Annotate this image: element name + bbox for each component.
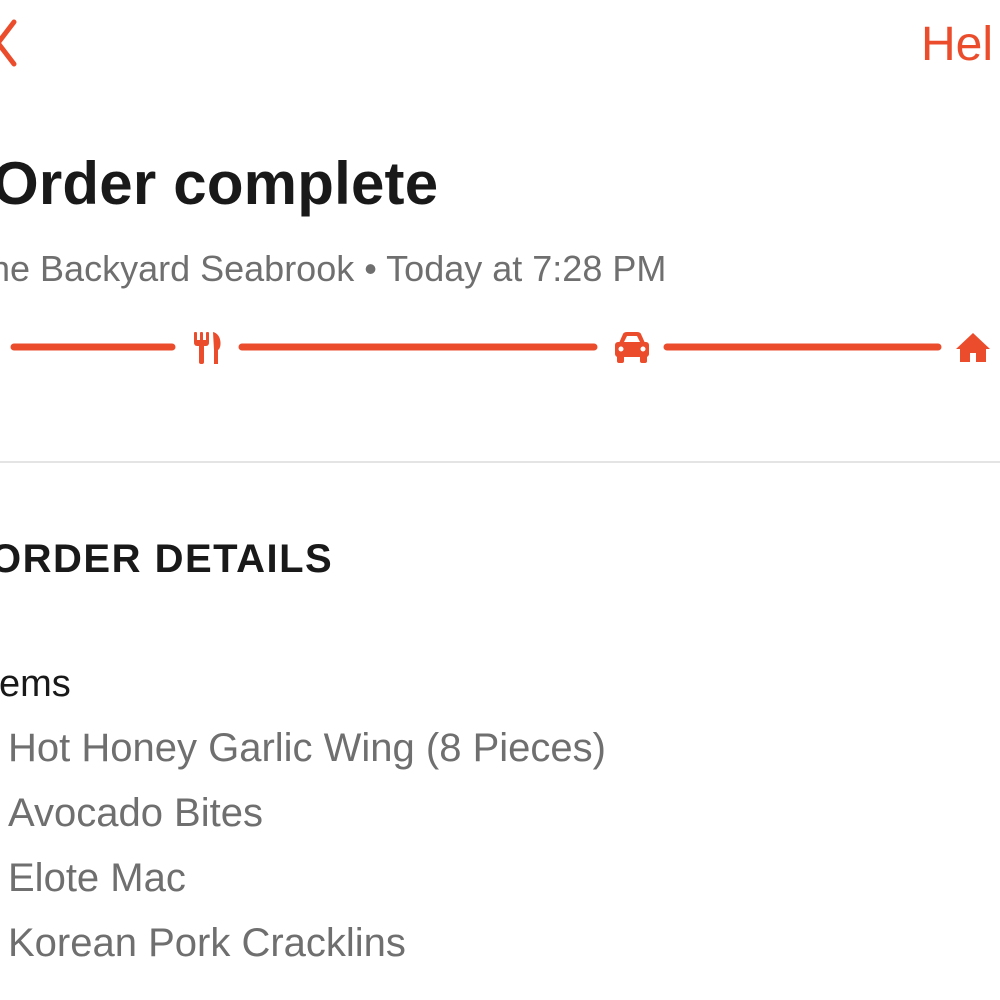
item-name: Hot Honey Garlic Wing (8 Pieces) bbox=[8, 726, 606, 770]
item-name: Avocado Bites bbox=[8, 791, 263, 835]
item-name: Korean Pork Cracklins bbox=[8, 921, 406, 965]
back-button[interactable] bbox=[0, 18, 22, 68]
item-name: Elote Mac bbox=[8, 856, 186, 900]
delivery-progress-tracker bbox=[0, 322, 1000, 372]
car-icon bbox=[615, 332, 649, 363]
order-status-screen: Hel Order complete he Backyard Seabrook … bbox=[0, 0, 1000, 1000]
list-item: xAvocado Bites bbox=[0, 787, 606, 852]
order-details-heading: ORDER DETAILS bbox=[0, 537, 334, 581]
order-item-list: xHot Honey Garlic Wing (8 Pieces) xAvoca… bbox=[0, 722, 606, 982]
help-button[interactable]: Hel bbox=[921, 16, 993, 74]
order-subtitle: he Backyard Seabrook • Today at 7:28 PM bbox=[0, 248, 667, 289]
page-title: Order complete bbox=[0, 150, 439, 217]
section-divider bbox=[0, 461, 1000, 463]
home-icon bbox=[956, 333, 990, 362]
items-count: items bbox=[0, 663, 71, 705]
chevron-left-icon bbox=[0, 19, 17, 67]
list-item: xKorean Pork Cracklins bbox=[0, 917, 606, 982]
list-item: xElote Mac bbox=[0, 852, 606, 917]
utensils-icon bbox=[194, 332, 221, 364]
list-item: xHot Honey Garlic Wing (8 Pieces) bbox=[0, 722, 606, 787]
